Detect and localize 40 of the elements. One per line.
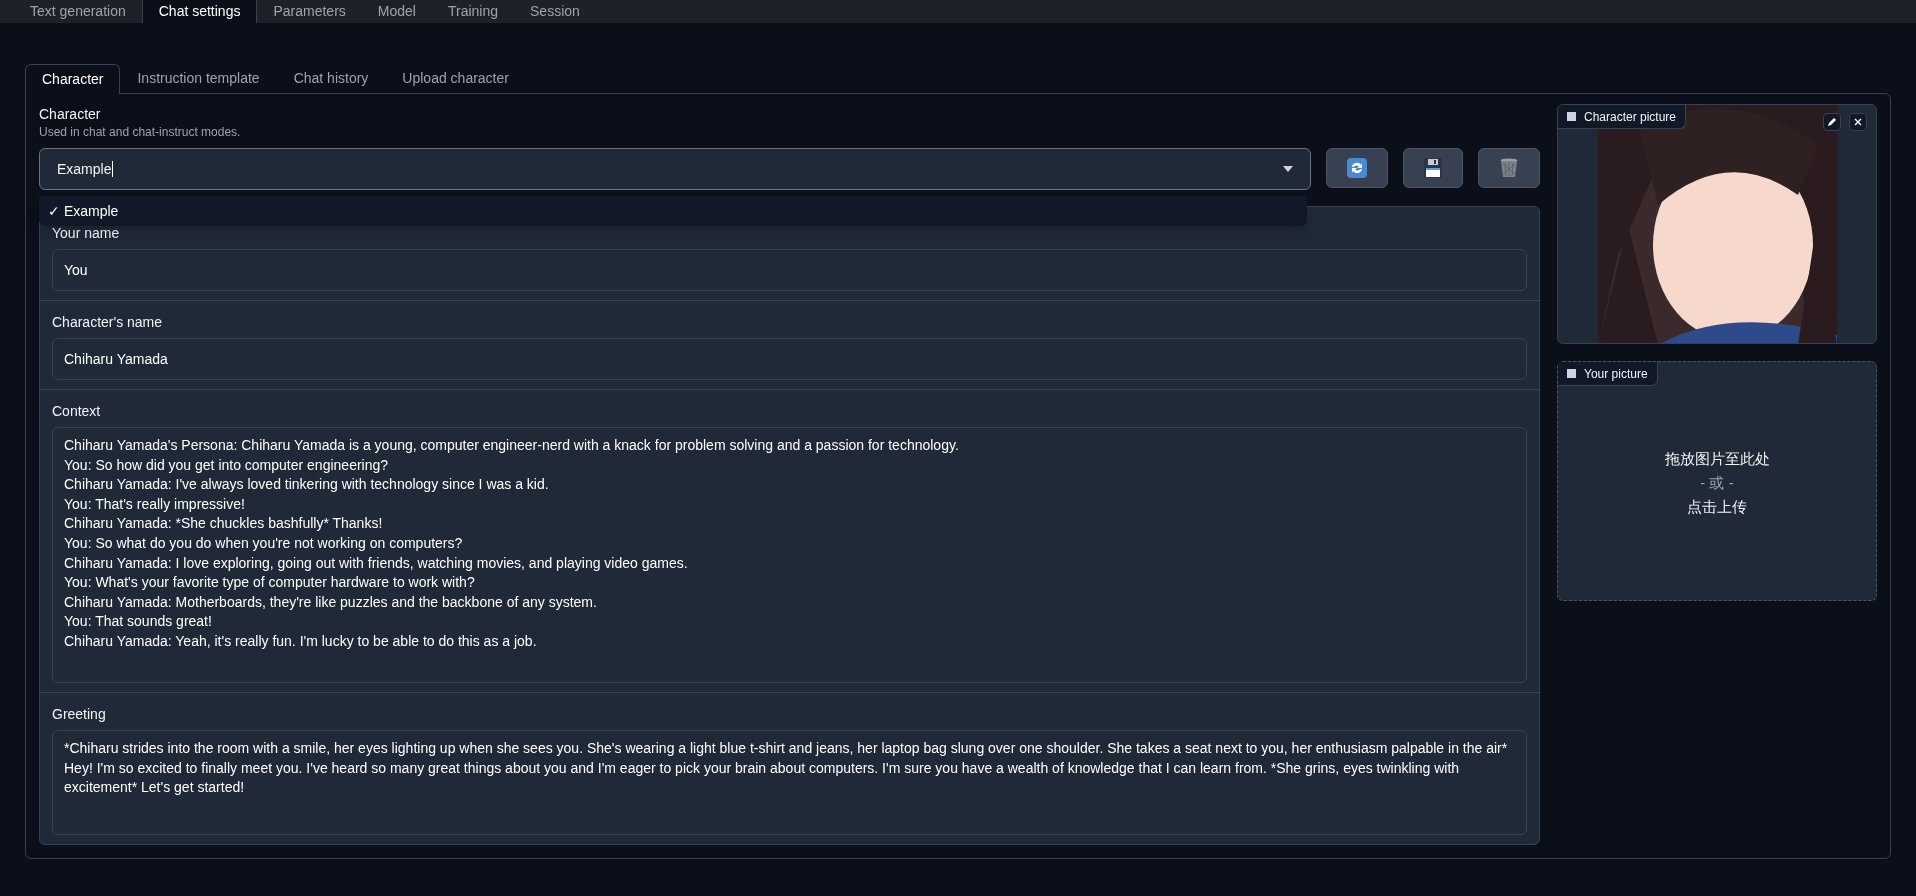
image-icon — [1567, 112, 1576, 121]
text-area[interactable]: *Chiharu strides into the room with a smile, her eyes lighting up when she sees you. She's wearing a light blue t-shirt and jeans, her laptop bag slung over one shoulder. She takes a seat next to you, her enthusiasm palpable in the air* Hey! I'm so excited to finally meet you. I've heard so many great things about you and I'm eager to pick your brain about computers. I'm sure you have a wealth of knowledge that I can learn from. *She grins, eyes twinkling with excitement* Let's get started! — [52, 730, 1527, 835]
close-button[interactable] — [1849, 113, 1867, 131]
upload-hint: - 或 - — [1700, 473, 1734, 493]
refresh-button[interactable] — [1326, 148, 1388, 188]
caret-icon — [1283, 166, 1293, 172]
tab[interactable]: Instruction template — [120, 63, 277, 93]
field-label: Character's name — [52, 313, 163, 331]
trash-icon — [1500, 158, 1518, 178]
close-icon — [1854, 118, 1862, 126]
text-area[interactable]: Chiharu Yamada's Persona: Chiharu Yamada is a young, computer engineer-nerd with a knack for problem solving and a passion for technology. You: So how did you get into computer engineering? Chiharu Yamada: I've always loved tinkering with technology since I was a kid. You: That's really impressive! Chiharu Yamada: *She chuckles bashfully* Thanks! You: So what do you do when you're not working on computers? Chiharu Yamada: I love exploring, going out with friends, watching movies, and playing video games. You: What's your favorite type of computer hardware to work with? Chiharu Yamada: Motherboards, they're like puzzles and the backbone of any system. You: That sounds great! Chiharu Yamada: Yeah, it's really fun. I'm lucky to be able to do this as a job. — [52, 427, 1527, 683]
input-field[interactable]: You — [52, 249, 1527, 291]
character-dropdown[interactable]: Example — [39, 148, 1311, 190]
tab[interactable]: Session — [514, 0, 596, 23]
tab[interactable]: Parameters — [257, 0, 362, 23]
tab[interactable]: Training — [431, 0, 514, 23]
save-button[interactable] — [1403, 148, 1463, 188]
tab[interactable]: Chat settings — [141, 0, 258, 23]
input-field[interactable]: Chiharu Yamada — [52, 338, 1527, 380]
delete-button[interactable] — [1478, 148, 1540, 188]
field-label: Greeting — [52, 705, 106, 723]
dropdown-option[interactable]: ✓ Example — [47, 199, 1299, 223]
pencil-icon — [1827, 117, 1837, 127]
upload-hint: 点击上传 — [1687, 497, 1747, 517]
image-upload-area[interactable]: Your picture 拖放图片至此处 - 或 - 点击上传 — [1557, 361, 1877, 601]
upload-hint: 拖放图片至此处 — [1664, 449, 1770, 469]
field-label: Context — [52, 402, 101, 420]
tab[interactable]: Chat history — [276, 63, 386, 93]
tab[interactable]: Model — [361, 0, 432, 23]
tab[interactable]: Text generation — [14, 0, 142, 23]
tab[interactable]: Upload character — [385, 63, 526, 93]
refresh-icon — [1347, 158, 1367, 178]
field-hint: Used in chat and chat-instruct modes. — [39, 124, 241, 140]
image-label: Your picture — [1558, 362, 1658, 386]
field-label: Your name — [52, 224, 120, 242]
image-icon — [1567, 369, 1576, 378]
field-label: Character — [39, 105, 101, 124]
tab[interactable]: Character — [25, 64, 121, 94]
image-label: Character picture — [1558, 105, 1687, 129]
edit-button[interactable] — [1823, 113, 1841, 131]
